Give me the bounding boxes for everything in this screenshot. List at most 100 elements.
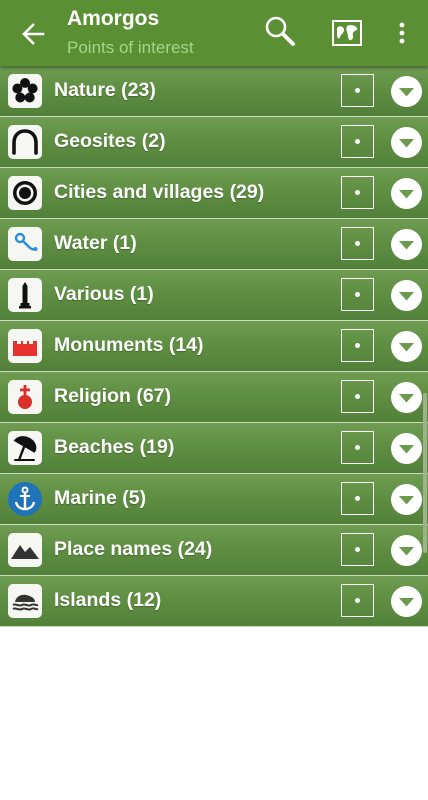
category-row-beaches[interactable]: Beaches (19)	[0, 423, 428, 474]
expand-button[interactable]	[391, 331, 422, 362]
map-button[interactable]	[330, 16, 364, 50]
expand-button[interactable]	[391, 76, 422, 107]
category-checkbox[interactable]	[341, 482, 374, 515]
checkbox-dot	[355, 88, 360, 93]
category-row-islands[interactable]: Islands (12)	[0, 576, 428, 627]
chevron-down-icon	[399, 394, 414, 403]
checkbox-dot	[355, 496, 360, 501]
more-vert-icon	[399, 22, 405, 44]
category-label: Marine (5)	[54, 487, 147, 509]
chevron-down-icon	[399, 88, 414, 97]
chevron-down-icon	[399, 547, 414, 556]
arrow-left-icon	[22, 23, 45, 45]
category-checkbox[interactable]	[341, 380, 374, 413]
category-label: Water (1)	[54, 232, 137, 254]
category-icon-tile	[8, 278, 42, 312]
category-icon-tile	[8, 329, 42, 363]
category-checkbox[interactable]	[341, 74, 374, 107]
category-checkbox[interactable]	[341, 431, 374, 464]
category-checkbox[interactable]	[341, 176, 374, 209]
page-title: Amorgos	[67, 7, 160, 30]
checkbox-dot	[355, 394, 360, 399]
checkbox-dot	[355, 190, 360, 195]
category-checkbox[interactable]	[341, 227, 374, 260]
checkbox-dot	[355, 241, 360, 246]
category-icon-tile	[8, 74, 42, 108]
chevron-down-icon	[399, 598, 414, 607]
category-row-cities[interactable]: Cities and villages (29)	[0, 168, 428, 219]
search-button[interactable]	[262, 14, 298, 50]
chevron-down-icon	[399, 445, 414, 454]
category-checkbox[interactable]	[341, 329, 374, 362]
checkbox-dot	[355, 343, 360, 348]
category-checkbox[interactable]	[341, 278, 374, 311]
expand-button[interactable]	[391, 535, 422, 566]
checkbox-dot	[355, 292, 360, 297]
water-pin-icon	[14, 232, 38, 251]
overflow-menu-button[interactable]	[392, 18, 412, 48]
checkbox-dot	[355, 547, 360, 552]
scrollbar[interactable]	[423, 393, 427, 553]
category-label: Place names (24)	[54, 538, 213, 560]
umbrella-icon	[13, 436, 37, 462]
category-icon-tile	[8, 380, 42, 414]
checkbox-dot	[355, 598, 360, 603]
back-button[interactable]	[16, 16, 52, 52]
category-row-monuments[interactable]: Monuments (14)	[0, 321, 428, 372]
expand-button[interactable]	[391, 127, 422, 158]
category-label: Geosites (2)	[54, 130, 166, 152]
expand-button[interactable]	[391, 178, 422, 209]
category-row-religion[interactable]: Religion (67)	[0, 372, 428, 423]
chevron-down-icon	[399, 343, 414, 352]
island-icon	[12, 594, 39, 611]
mountain-icon	[11, 545, 39, 559]
expand-button[interactable]	[391, 280, 422, 311]
arch-icon	[12, 129, 38, 155]
category-list: Nature (23) Geosites (2) Cities and vill…	[0, 66, 428, 627]
category-checkbox[interactable]	[341, 125, 374, 158]
chevron-down-icon	[399, 241, 414, 250]
category-row-various[interactable]: Various (1)	[0, 270, 428, 321]
expand-button[interactable]	[391, 484, 422, 515]
category-icon-tile	[8, 482, 42, 516]
category-label: Nature (23)	[54, 79, 156, 101]
expand-button[interactable]	[391, 433, 422, 464]
category-checkbox[interactable]	[341, 584, 374, 617]
castle-icon	[13, 341, 37, 356]
category-label: Beaches (19)	[54, 436, 175, 458]
category-checkbox[interactable]	[341, 533, 374, 566]
chevron-down-icon	[399, 292, 414, 301]
expand-button[interactable]	[391, 382, 422, 413]
category-icon-tile	[8, 533, 42, 567]
anchor-icon	[14, 486, 36, 511]
category-icon-tile	[8, 431, 42, 465]
obelisk-icon	[19, 282, 31, 309]
category-icon-tile	[8, 125, 42, 159]
category-icon-tile	[8, 176, 42, 210]
category-row-water[interactable]: Water (1)	[0, 219, 428, 270]
search-icon	[265, 16, 295, 46]
chevron-down-icon	[399, 190, 414, 199]
expand-button[interactable]	[391, 229, 422, 260]
category-icon-tile	[8, 584, 42, 618]
expand-button[interactable]	[391, 586, 422, 617]
checkbox-dot	[355, 445, 360, 450]
category-row-marine[interactable]: Marine (5)	[0, 474, 428, 525]
category-row-nature[interactable]: Nature (23)	[0, 66, 428, 117]
map-icon	[332, 20, 362, 46]
church-icon	[18, 385, 32, 409]
chevron-down-icon	[399, 496, 414, 505]
target-icon	[13, 181, 37, 205]
category-label: Various (1)	[54, 283, 154, 305]
chevron-down-icon	[399, 139, 414, 148]
category-row-place-names[interactable]: Place names (24)	[0, 525, 428, 576]
category-icon-tile	[8, 227, 42, 261]
flower-icon	[12, 78, 38, 103]
category-label: Cities and villages (29)	[54, 181, 265, 203]
page-subtitle: Points of interest	[67, 38, 194, 57]
category-label: Religion (67)	[54, 385, 172, 407]
category-label: Islands (12)	[54, 589, 162, 611]
category-row-geosites[interactable]: Geosites (2)	[0, 117, 428, 168]
app-bar: Amorgos Points of interest	[0, 0, 428, 66]
checkbox-dot	[355, 139, 360, 144]
